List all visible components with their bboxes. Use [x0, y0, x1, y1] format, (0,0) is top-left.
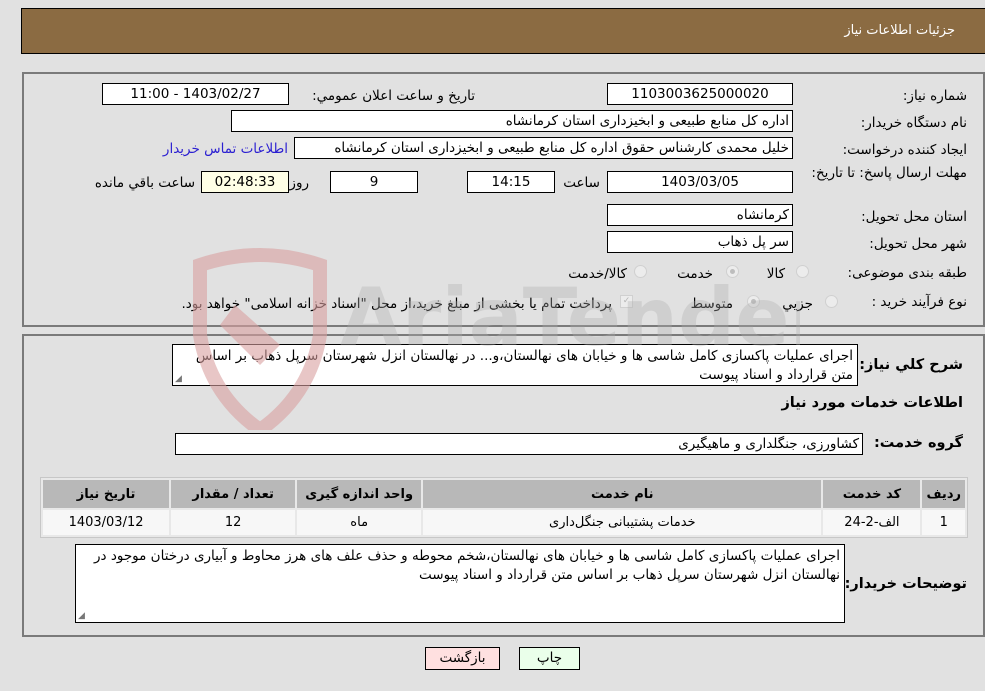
- purchase-radio-minor[interactable]: [825, 295, 838, 308]
- deadline-time-field[interactable]: 14:15: [467, 171, 555, 193]
- buyer-notes-text: اجرای عملیات پاکسازی کامل شاسی ها و خیاب…: [94, 548, 840, 583]
- col-header-service-name: نام خدمت: [423, 480, 822, 508]
- delivery-province-field[interactable]: کرمانشاه: [607, 204, 793, 226]
- category-option-goods-service: کالا/خدمت: [568, 266, 627, 282]
- buyer-org-field[interactable]: اداره کل منابع طبیعی و ابخیزداری استان ک…: [231, 110, 793, 132]
- cell-service-name: خدمات پشتیبانی جنگل‌داری: [423, 510, 822, 535]
- print-button[interactable]: چاپ: [519, 647, 580, 670]
- general-desc-label: شرح کلي نياز:: [859, 357, 963, 373]
- col-header-row-num: ردیف: [922, 480, 965, 508]
- purchase-type-label: نوع فرآیند خرید :: [871, 294, 967, 310]
- col-header-need-date: تاریخ نیاز: [43, 480, 170, 508]
- delivery-city-field[interactable]: سر پل ذهاب: [607, 231, 793, 253]
- treasury-checkbox[interactable]: ✓: [620, 295, 633, 308]
- purchase-option-minor: جزيي: [782, 296, 813, 312]
- deadline-time-label: ساعت: [563, 175, 600, 191]
- buyer-notes-label: توضیحات خریدار:: [844, 576, 967, 592]
- remaining-days-field[interactable]: 9: [330, 171, 418, 193]
- announce-datetime-field[interactable]: 1403/02/27 - 11:00: [102, 83, 289, 105]
- delivery-city-label: شهر محل تحویل:: [869, 236, 967, 252]
- cell-quantity: 12: [171, 510, 296, 535]
- page-title: جزئیات اطلاعات نیاز: [844, 23, 955, 38]
- announce-datetime-label: تاریخ و ساعت اعلان عمومي:: [312, 88, 475, 104]
- need-number-field[interactable]: 1103003625000020: [607, 83, 793, 105]
- page-header: جزئیات اطلاعات نیاز: [21, 8, 985, 54]
- service-group-label: گروه خدمت:: [873, 435, 963, 451]
- resize-grip-icon[interactable]: ◢: [175, 375, 182, 384]
- delivery-province-label: استان محل تحویل:: [861, 209, 967, 225]
- cell-service-code: الف-2-24: [823, 510, 921, 535]
- category-option-service: خدمت: [677, 266, 713, 282]
- resize-grip-icon[interactable]: ◢: [78, 612, 85, 621]
- category-radio-goods-service[interactable]: [634, 265, 647, 278]
- table-header-row: ردیف کد خدمت نام خدمت واحد اندازه گیری ت…: [43, 480, 965, 508]
- services-table: ردیف کد خدمت نام خدمت واحد اندازه گیری ت…: [40, 477, 968, 538]
- col-header-unit: واحد اندازه گیری: [297, 480, 422, 508]
- purchase-radio-medium[interactable]: [747, 295, 760, 308]
- buyer-notes-textarea[interactable]: اجرای عملیات پاکسازی کامل شاسی ها و خیاب…: [75, 544, 845, 623]
- general-desc-text: اجرای عملیات پاکسازی کامل شاسی ها و خیاب…: [195, 348, 853, 383]
- buyer-org-label: نام دستگاه خريدار:: [860, 115, 967, 131]
- purchase-option-medium: متوسط: [690, 296, 733, 312]
- back-button[interactable]: بازگشت: [425, 647, 500, 670]
- need-number-label: شماره نیاز:: [902, 88, 967, 104]
- remaining-time-label: ساعت باقي مانده: [94, 175, 195, 191]
- col-header-quantity: تعداد / مقدار: [171, 480, 296, 508]
- cell-need-date: 1403/03/12: [43, 510, 170, 535]
- service-group-field[interactable]: کشاورزی، جنگلداری و ماهیگیری: [175, 433, 863, 455]
- cell-unit: ماه: [297, 510, 422, 535]
- cell-row-num: 1: [922, 510, 965, 535]
- general-desc-textarea[interactable]: اجرای عملیات پاکسازی کامل شاسی ها و خیاب…: [172, 344, 858, 386]
- table-row: 1 الف-2-24 خدمات پشتیبانی جنگل‌داری ماه …: [43, 510, 965, 535]
- requester-label: ایجاد کننده درخواست:: [842, 142, 967, 158]
- deadline-date-field[interactable]: 1403/03/05: [607, 171, 793, 193]
- category-radio-service[interactable]: [726, 265, 739, 278]
- requester-field[interactable]: خلیل محمدی کارشناس حقوق اداره کل منابع ط…: [294, 137, 793, 159]
- treasury-note: پرداخت تمام یا بخشی از مبلغ خرید،از محل …: [181, 296, 612, 312]
- category-label: طبقه بندی موضوعی:: [847, 265, 967, 281]
- buyer-contact-link[interactable]: اطلاعات تماس خريدار: [163, 141, 288, 157]
- services-section-title: اطلاعات خدمات مورد نیاز: [781, 395, 963, 411]
- category-radio-goods[interactable]: [796, 265, 809, 278]
- remaining-time-field: 02:48:33: [201, 171, 289, 193]
- col-header-service-code: کد خدمت: [823, 480, 921, 508]
- deadline-label: مهلت ارسال پاسخ: تا تاریخ:: [811, 165, 967, 181]
- category-option-goods: کالا: [766, 266, 785, 282]
